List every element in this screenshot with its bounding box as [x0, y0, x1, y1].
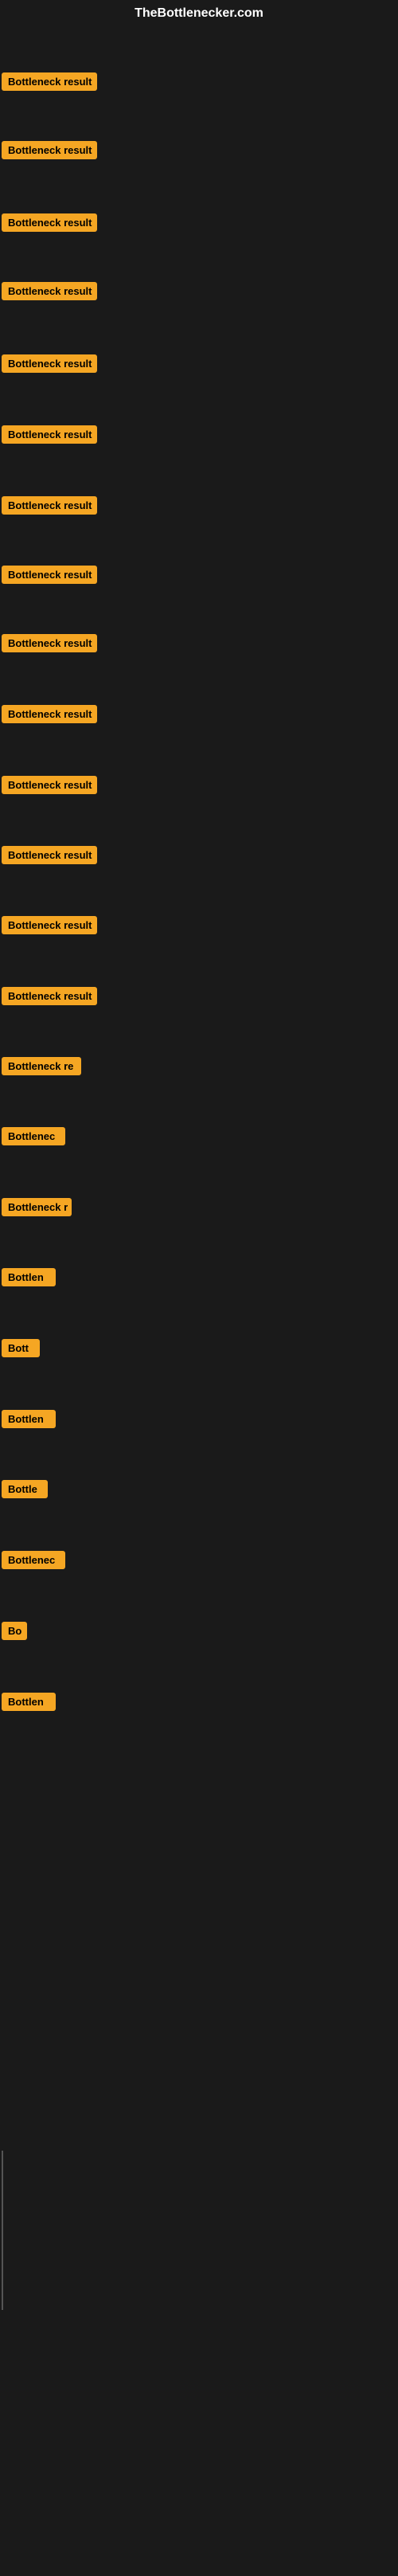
bottleneck-item-18: Bottlen [2, 1268, 56, 1286]
bottleneck-item-23: Bo [2, 1622, 27, 1640]
bottleneck-item-6: Bottleneck result [2, 425, 97, 444]
bottleneck-item-13: Bottleneck result [2, 916, 97, 934]
bottleneck-item-1: Bottleneck result [2, 72, 97, 91]
bottleneck-item-11: Bottleneck result [2, 776, 97, 794]
bottleneck-badge: Bottleneck result [2, 916, 97, 934]
bottleneck-item-17: Bottleneck r [2, 1198, 72, 1216]
bottleneck-item-20: Bottlen [2, 1410, 56, 1428]
bottleneck-item-15: Bottleneck re [2, 1057, 81, 1075]
bottleneck-badge: Bottlenec [2, 1127, 65, 1145]
bottleneck-item-19: Bott [2, 1339, 40, 1357]
bottleneck-badge: Bottleneck result [2, 846, 97, 864]
bottleneck-badge: Bottlenec [2, 1551, 65, 1569]
bottleneck-item-10: Bottleneck result [2, 705, 97, 723]
bottleneck-badge: Bott [2, 1339, 40, 1357]
bottleneck-item-7: Bottleneck result [2, 496, 97, 515]
bottleneck-item-4: Bottleneck result [2, 282, 97, 300]
bottleneck-badge: Bo [2, 1622, 27, 1640]
bottleneck-badge: Bottleneck result [2, 141, 97, 159]
vertical-line [2, 2151, 3, 2310]
bottleneck-badge: Bottlen [2, 1693, 56, 1711]
bottleneck-badge: Bottleneck re [2, 1057, 81, 1075]
bottleneck-badge: Bottleneck result [2, 987, 97, 1005]
bottleneck-badge: Bottleneck result [2, 566, 97, 584]
bottleneck-badge: Bottleneck result [2, 72, 97, 91]
bottleneck-badge: Bottleneck result [2, 282, 97, 300]
bottleneck-item-12: Bottleneck result [2, 846, 97, 864]
bottleneck-item-3: Bottleneck result [2, 213, 97, 232]
bottleneck-badge: Bottleneck result [2, 705, 97, 723]
bottleneck-item-22: Bottlenec [2, 1551, 65, 1569]
bottleneck-item-16: Bottlenec [2, 1127, 65, 1145]
bottleneck-badge: Bottle [2, 1480, 48, 1498]
bottleneck-item-21: Bottle [2, 1480, 48, 1498]
bottleneck-badge: Bottleneck result [2, 213, 97, 232]
bottleneck-item-5: Bottleneck result [2, 354, 97, 373]
bottleneck-item-2: Bottleneck result [2, 141, 97, 159]
bottleneck-item-8: Bottleneck result [2, 566, 97, 584]
bottleneck-badge: Bottleneck result [2, 354, 97, 373]
bottleneck-item-24: Bottlen [2, 1693, 56, 1711]
bottleneck-item-14: Bottleneck result [2, 987, 97, 1005]
site-title: TheBottlenecker.com [0, 0, 398, 27]
bottleneck-badge: Bottleneck result [2, 425, 97, 444]
bottleneck-badge: Bottlen [2, 1268, 56, 1286]
bottleneck-badge: Bottleneck r [2, 1198, 72, 1216]
bottleneck-badge: Bottleneck result [2, 776, 97, 794]
bottleneck-badge: Bottlen [2, 1410, 56, 1428]
bottleneck-item-9: Bottleneck result [2, 634, 97, 652]
bottleneck-badge: Bottleneck result [2, 496, 97, 515]
bottleneck-badge: Bottleneck result [2, 634, 97, 652]
